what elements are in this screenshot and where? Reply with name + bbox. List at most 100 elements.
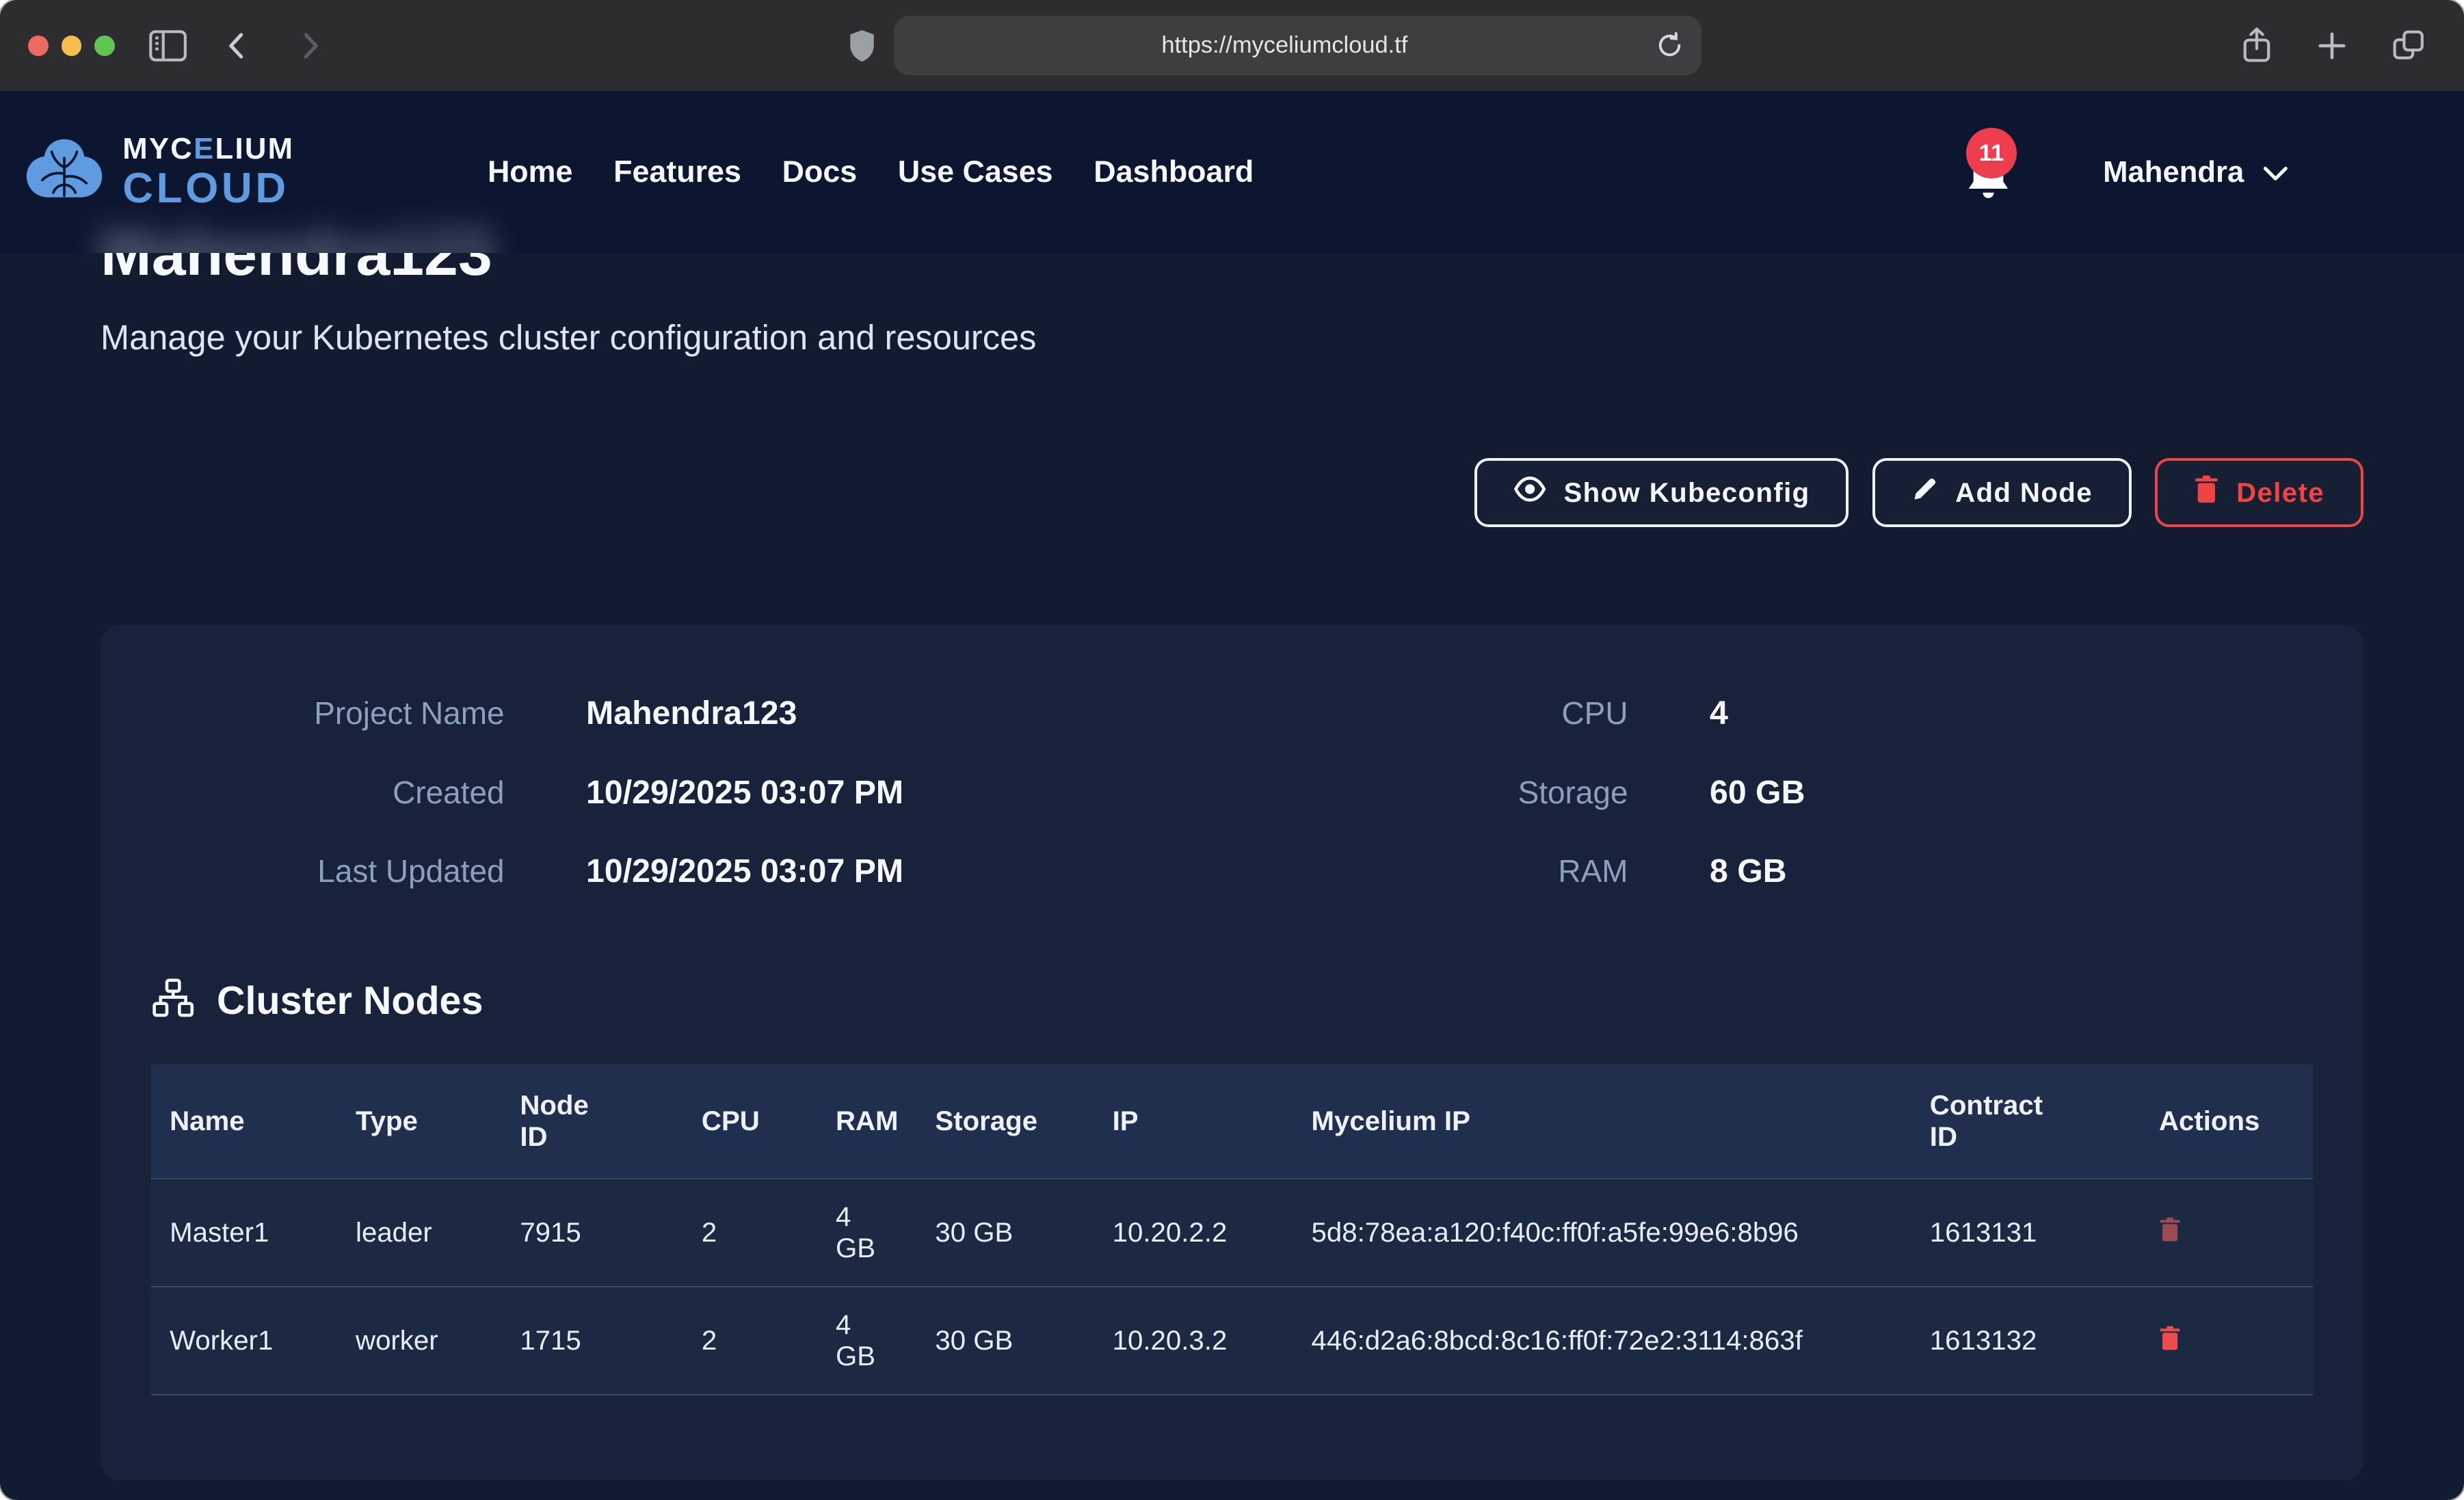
col-node-id: Node ID xyxy=(501,1064,683,1179)
col-type: Type xyxy=(336,1064,501,1179)
url-text: https://myceliumcloud.tf xyxy=(913,32,1656,59)
field-value: 10/29/2025 03:07 PM xyxy=(586,852,903,890)
col-name: Name xyxy=(151,1064,337,1179)
project-card: Project Name Mahendra123 Created 10/29/2… xyxy=(101,625,2363,1481)
reload-icon[interactable] xyxy=(1656,32,1683,59)
eye-icon xyxy=(1513,477,1546,509)
new-tab-icon[interactable] xyxy=(2316,27,2348,64)
cell-name: Master1 xyxy=(151,1179,337,1287)
col-mycelium-ip: Mycelium IP xyxy=(1293,1064,1911,1179)
storage-row: Storage 60 GB xyxy=(1232,773,2313,812)
nav-links: Home Features Docs Use Cases Dashboard xyxy=(488,155,1254,189)
privacy-shield-icon[interactable] xyxy=(849,29,875,62)
trash-icon xyxy=(2159,1326,2181,1356)
cell-storage: 30 GB xyxy=(916,1287,1094,1395)
col-contract-id: Contract ID xyxy=(1911,1064,2140,1179)
page-content: Mahendra123 Manage your Kubernetes clust… xyxy=(0,253,2464,1500)
share-icon[interactable] xyxy=(2241,27,2273,64)
col-ip: IP xyxy=(1094,1064,1293,1179)
field-label: RAM xyxy=(1232,853,1628,889)
site-navbar: Mahendra123 MYCELIUM CLOUD Home Feature xyxy=(0,91,2464,253)
cell-ip: 10.20.2.2 xyxy=(1094,1179,1293,1287)
table-header-row: Name Type Node ID CPU RAM Storage IP Myc… xyxy=(151,1064,2314,1179)
brand-logo[interactable]: MYCELIUM CLOUD xyxy=(22,134,294,209)
field-value: Mahendra123 xyxy=(586,694,797,732)
nav-link-use-cases[interactable]: Use Cases xyxy=(898,155,1053,189)
browser-window: https://myceliumcloud.tf xyxy=(0,0,2464,1500)
table-row: Master1 leader 7915 2 4 GB 30 GB 10.20.2… xyxy=(151,1179,2314,1287)
col-storage: Storage xyxy=(916,1064,1094,1179)
cpu-row: CPU 4 xyxy=(1232,694,2313,732)
cell-storage: 30 GB xyxy=(916,1179,1094,1287)
created-row: Created 10/29/2025 03:07 PM xyxy=(151,773,1232,812)
close-window-button[interactable] xyxy=(28,36,49,56)
delete-button[interactable]: Delete xyxy=(2155,458,2363,527)
address-bar[interactable]: https://myceliumcloud.tf xyxy=(894,16,1701,75)
nav-link-features[interactable]: Features xyxy=(613,155,741,189)
field-value: 4 xyxy=(1710,694,1728,732)
field-label: Project Name xyxy=(151,695,505,732)
cell-contract-id: 1613132 xyxy=(1911,1287,2140,1395)
add-node-button[interactable]: Add Node xyxy=(1872,458,2132,527)
cell-contract-id: 1613131 xyxy=(1911,1179,2140,1287)
nav-link-home[interactable]: Home xyxy=(488,155,572,189)
col-actions: Actions xyxy=(2140,1064,2313,1179)
tab-overview-icon[interactable] xyxy=(2392,27,2426,64)
ram-row: RAM 8 GB xyxy=(1232,852,2313,890)
cell-type: leader xyxy=(336,1179,501,1287)
mycelium-cloud-logo-icon xyxy=(22,136,107,209)
trash-icon xyxy=(2159,1217,2181,1248)
user-menu[interactable]: Mahendra xyxy=(2103,155,2288,189)
field-label: Last Updated xyxy=(151,853,505,889)
brand-e-glyph: E xyxy=(194,132,215,165)
user-name: Mahendra xyxy=(2103,155,2244,189)
field-label: Created xyxy=(151,774,505,811)
forward-icon[interactable] xyxy=(294,30,326,62)
cell-type: worker xyxy=(336,1287,501,1395)
field-label: CPU xyxy=(1232,695,1628,732)
sidebar-toggle-icon[interactable] xyxy=(149,30,187,62)
cluster-nodes-title: Cluster Nodes xyxy=(217,978,483,1023)
cell-ram: 4 GB xyxy=(817,1287,916,1395)
cell-node-id: 1715 xyxy=(501,1287,683,1395)
cluster-nodes-heading: Cluster Nodes xyxy=(151,978,2314,1023)
delete-node-button[interactable] xyxy=(2159,1326,2181,1356)
project-name-row: Project Name Mahendra123 xyxy=(151,694,1232,732)
network-nodes-icon xyxy=(151,978,195,1023)
cell-mycelium-ip: 446:d2a6:8bcd:8c16:ff0f:72e2:3114:863f xyxy=(1293,1287,1911,1395)
trash-icon xyxy=(2194,475,2219,510)
cell-name: Worker1 xyxy=(151,1287,337,1395)
minimize-window-button[interactable] xyxy=(62,36,82,56)
zoom-window-button[interactable] xyxy=(94,36,115,56)
delete-node-button[interactable] xyxy=(2159,1217,2181,1248)
cell-mycelium-ip: 5d8:78ea:a120:f40c:ff0f:a5fe:99e6:8b96 xyxy=(1293,1179,1911,1287)
pencil-icon xyxy=(1911,476,1938,509)
notification-count-badge: 11 xyxy=(1966,128,2017,178)
nav-link-docs[interactable]: Docs xyxy=(782,155,858,189)
brand-text: MYCELIUM CLOUD xyxy=(122,134,294,209)
cell-node-id: 7915 xyxy=(501,1179,683,1287)
back-icon[interactable] xyxy=(222,30,253,62)
col-ram: RAM xyxy=(817,1064,916,1179)
page-subtitle: Manage your Kubernetes cluster configura… xyxy=(101,317,2363,358)
show-kubeconfig-button[interactable]: Show Kubeconfig xyxy=(1474,458,1849,527)
nav-link-dashboard[interactable]: Dashboard xyxy=(1094,155,1254,189)
last-updated-row: Last Updated 10/29/2025 03:07 PM xyxy=(151,852,1232,890)
notifications-button[interactable]: 11 xyxy=(1961,134,2015,209)
field-value: 8 GB xyxy=(1710,852,1787,890)
cell-ip: 10.20.3.2 xyxy=(1094,1287,1293,1395)
col-cpu: CPU xyxy=(683,1064,817,1179)
traffic-lights xyxy=(28,36,114,56)
field-label: Storage xyxy=(1232,774,1628,811)
cell-cpu: 2 xyxy=(683,1179,817,1287)
chevron-down-icon xyxy=(2263,155,2288,189)
field-value: 10/29/2025 03:07 PM xyxy=(586,773,903,812)
cell-ram: 4 GB xyxy=(817,1179,916,1287)
action-buttons: Show Kubeconfig Add Node Delete xyxy=(101,458,2363,527)
cluster-nodes-table: Name Type Node ID CPU RAM Storage IP Myc… xyxy=(151,1064,2314,1395)
browser-chrome: https://myceliumcloud.tf xyxy=(0,0,2464,91)
cell-cpu: 2 xyxy=(683,1287,817,1395)
project-info: Project Name Mahendra123 Created 10/29/2… xyxy=(151,694,2314,890)
table-row: Worker1 worker 1715 2 4 GB 30 GB 10.20.3… xyxy=(151,1287,2314,1395)
field-value: 60 GB xyxy=(1710,773,1805,812)
